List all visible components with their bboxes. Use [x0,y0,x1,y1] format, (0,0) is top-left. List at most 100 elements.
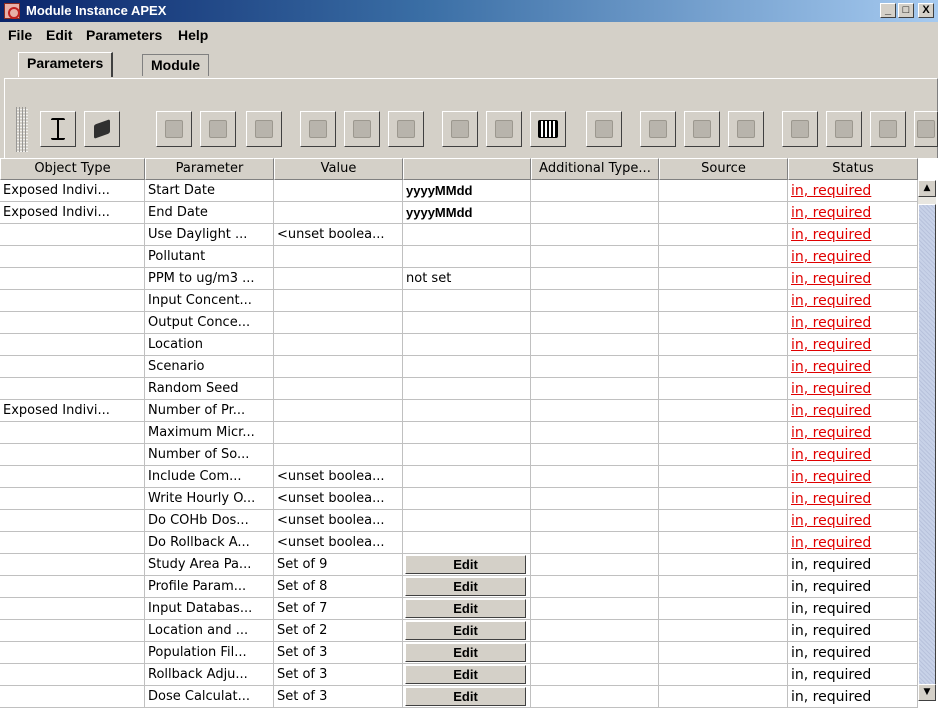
cell-value[interactable]: Set of 3 [274,686,403,708]
cell-empty[interactable] [531,532,659,554]
cell-value[interactable] [274,400,403,422]
export-button[interactable] [782,111,818,147]
table-row[interactable]: Use Daylight ... <unset boolea... in, requ… [0,224,918,246]
cell-status[interactable]: in, required [788,554,918,576]
edit-button[interactable]: Edit [405,621,526,640]
vertical-scrollbar[interactable]: ▲ ▼ [918,180,936,701]
table-row[interactable]: Study Area Pa... Set of 9 Edit in, required [0,554,918,576]
cell-empty[interactable] [659,246,788,268]
cell-extra[interactable] [403,510,531,532]
header-additional-type[interactable]: Additional Type... [531,158,659,180]
cell-empty[interactable] [531,576,659,598]
cell-empty[interactable] [531,664,659,686]
cube-button[interactable] [84,111,120,147]
cell-status[interactable]: in, required [788,576,918,598]
cell-extra[interactable]: not set [403,268,531,290]
cell-status[interactable]: in, required [788,532,918,554]
menu-edit[interactable]: Edit [46,27,72,43]
cell-obj[interactable] [0,576,145,598]
cell-status[interactable]: in, required [788,598,918,620]
table-row[interactable]: Exposed Indivi... Start Date yyyyMMdd in, r… [0,180,918,202]
cell-empty[interactable] [531,554,659,576]
menu-help[interactable]: Help [178,27,208,43]
cell-empty[interactable] [659,576,788,598]
cell-extra[interactable] [403,356,531,378]
cell-param[interactable]: Do COHb Dos... [145,510,274,532]
edit-button[interactable]: Edit [405,555,526,574]
cell-obj[interactable]: Exposed Indivi... [0,202,145,224]
add-module-button[interactable] [530,111,566,147]
cell-obj[interactable] [0,664,145,686]
cell-empty[interactable] [659,268,788,290]
edit-button[interactable]: Edit [405,665,526,684]
cell-extra[interactable] [403,334,531,356]
cell-obj[interactable] [0,378,145,400]
table-row[interactable]: Output Conce... in, required [0,312,918,334]
cell-empty[interactable] [531,202,659,224]
table-row[interactable]: Input Concent... in, required [0,290,918,312]
cell-status[interactable]: in, required [788,400,918,422]
cell-empty[interactable] [531,444,659,466]
table-row[interactable]: Do Rollback A... <unset boolea... in, requ… [0,532,918,554]
cell-status[interactable]: in, required [788,686,918,708]
cell-param[interactable]: Rollback Adju... [145,664,274,686]
table-row[interactable]: Dose Calculat... Set of 3 Edit in, required [0,686,918,708]
cell-value[interactable]: Set of 9 [274,554,403,576]
scroll-up-button[interactable]: ▲ [918,180,936,197]
add-cell-button[interactable] [586,111,622,147]
cell-status[interactable]: in, required [788,290,918,312]
cell-param[interactable]: Study Area Pa... [145,554,274,576]
cell-obj[interactable] [0,510,145,532]
cell-param[interactable]: Location and ... [145,620,274,642]
table-row[interactable]: Population Fil... Set of 3 Edit in, require… [0,642,918,664]
cell-extra[interactable]: yyyyMMdd [403,180,531,202]
cell-status[interactable]: in, required [788,664,918,686]
cell-param[interactable]: Random Seed [145,378,274,400]
toolbar-grip[interactable] [16,107,28,152]
cell-empty[interactable] [531,290,659,312]
edit-button[interactable]: Edit [405,643,526,662]
cell-param[interactable]: Dose Calculat... [145,686,274,708]
cell-empty[interactable] [531,312,659,334]
cell-extra[interactable] [403,378,531,400]
header-parameter[interactable]: Parameter [145,158,274,180]
cell-empty[interactable] [531,246,659,268]
cell-empty[interactable] [531,334,659,356]
pen-button[interactable] [442,111,478,147]
cell-obj[interactable] [0,620,145,642]
cell-empty[interactable] [659,290,788,312]
delete-button[interactable] [388,111,424,147]
cell-param[interactable]: Do Rollback A... [145,532,274,554]
cell-empty[interactable] [531,356,659,378]
cell-param[interactable]: Location [145,334,274,356]
cell-param[interactable]: Number of Pr... [145,400,274,422]
cell-param[interactable]: Pollutant [145,246,274,268]
tab-module[interactable]: Module [142,54,209,76]
cell-param[interactable]: Write Hourly O... [145,488,274,510]
cell-empty[interactable] [659,224,788,246]
cell-value[interactable]: <unset boolea... [274,532,403,554]
cell-empty[interactable] [531,510,659,532]
cell-extra[interactable] [403,488,531,510]
cell-empty[interactable] [659,356,788,378]
cell-value[interactable] [274,356,403,378]
maximize-button[interactable]: □ [898,3,914,18]
cell-extra[interactable] [403,532,531,554]
cell-param[interactable]: Output Conce... [145,312,274,334]
cell-value[interactable]: Set of 7 [274,598,403,620]
resize-button[interactable] [40,111,76,147]
table-row[interactable]: Profile Param... Set of 8 Edit in, required [0,576,918,598]
menu-file[interactable]: File [8,27,32,43]
cell-value[interactable]: Set of 2 [274,620,403,642]
cell-status[interactable]: in, required [788,224,918,246]
cell-param[interactable]: PPM to ug/m3 ... [145,268,274,290]
table-row[interactable]: Pollutant in, required [0,246,918,268]
cell-status[interactable]: in, required [788,422,918,444]
scroll-down-button[interactable]: ▼ [918,684,936,701]
cell-empty[interactable] [659,180,788,202]
table-row[interactable]: Write Hourly O... <unset boolea... in, req… [0,488,918,510]
table-row[interactable]: Random Seed in, required [0,378,918,400]
scroll-thumb[interactable] [918,204,936,687]
title-bar[interactable]: Module Instance APEX _ □ X [0,0,938,22]
cell-empty[interactable] [659,422,788,444]
